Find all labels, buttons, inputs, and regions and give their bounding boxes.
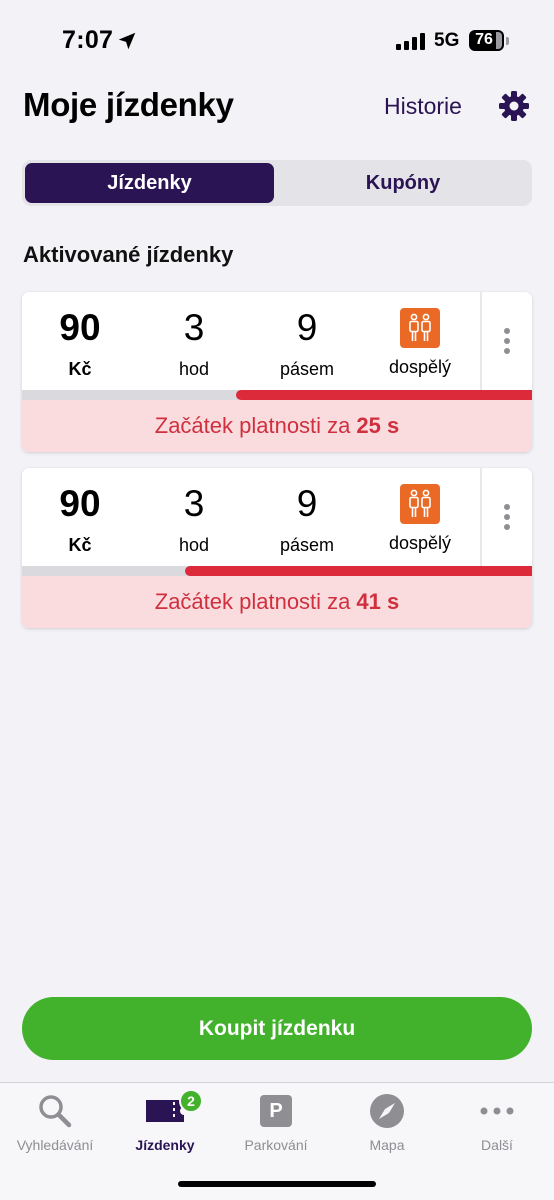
duration-unit: hod xyxy=(178,535,210,555)
status-time: 7:07 xyxy=(62,26,114,54)
history-link[interactable]: Historie xyxy=(384,93,462,120)
validity-progress-bar xyxy=(22,390,532,400)
parking-icon: P xyxy=(260,1095,292,1127)
validity-seconds: 25 s xyxy=(356,413,400,438)
price-currency: Kč xyxy=(68,535,92,555)
validity-prefix: Začátek platnosti za xyxy=(154,589,351,614)
gear-icon[interactable] xyxy=(498,90,530,122)
battery-level: 76 xyxy=(475,31,493,48)
zones-unit: pásem xyxy=(279,535,335,555)
tab-map[interactable]: Mapa xyxy=(332,1091,442,1153)
ticket-zones: 9 pásem xyxy=(251,306,363,380)
ticket-price: 90 Kč xyxy=(24,482,136,556)
search-icon xyxy=(39,1095,72,1128)
price-currency: Kč xyxy=(68,359,92,379)
tab-search-label: Vyhledávání xyxy=(16,1137,94,1153)
ticket-card[interactable]: 90 Kč 3 hod 9 pásem dospělý Začátek plat… xyxy=(22,292,532,452)
ticket-passenger: dospělý xyxy=(364,482,476,554)
segment-coupons[interactable]: Kupóny xyxy=(278,163,528,203)
price-value: 90 xyxy=(59,483,101,524)
validity-seconds: 41 s xyxy=(356,589,400,614)
compass-icon xyxy=(370,1094,404,1128)
tab-search[interactable]: Vyhledávání xyxy=(0,1091,110,1153)
tab-tickets[interactable]: 2 Jízdenky xyxy=(110,1089,220,1153)
validity-countdown: Začátek platnosti za 25 s xyxy=(22,400,532,452)
more-options-icon[interactable] xyxy=(482,468,532,566)
adult-passenger-icon xyxy=(400,484,440,524)
cellular-signal-icon xyxy=(396,32,425,50)
validity-countdown: Začátek platnosti za 41 s xyxy=(22,576,532,628)
ticket-zones: 9 pásem xyxy=(251,482,363,556)
ticket-card[interactable]: 90 Kč 3 hod 9 pásem dospělý Začátek plat… xyxy=(22,468,532,628)
section-title: Aktivované jízdenky xyxy=(23,242,234,267)
network-type: 5G xyxy=(434,30,460,51)
price-value: 90 xyxy=(59,307,101,348)
duration-unit: hod xyxy=(178,359,210,379)
ticket-passenger: dospělý xyxy=(364,306,476,378)
tab-map-label: Mapa xyxy=(369,1137,405,1153)
validity-progress-fill xyxy=(236,390,532,400)
tab-parking[interactable]: P Parkování xyxy=(221,1091,331,1153)
ticket-duration: 3 hod xyxy=(138,482,250,556)
page-title: Moje jízdenky xyxy=(23,86,234,123)
location-arrow-icon xyxy=(118,32,136,50)
zones-unit: pásem xyxy=(279,359,335,379)
validity-progress-fill xyxy=(185,566,532,576)
status-bar: 7:07 5G 76 xyxy=(0,0,554,80)
duration-value: 3 xyxy=(183,483,205,524)
zones-value: 9 xyxy=(296,483,318,524)
home-indicator xyxy=(178,1181,376,1187)
tab-more-label: Další xyxy=(481,1137,513,1153)
tab-more[interactable]: Další xyxy=(442,1091,552,1153)
validity-prefix: Začátek platnosti za xyxy=(154,413,351,438)
segment-tickets[interactable]: Jízdenky xyxy=(25,163,274,203)
tab-parking-label: Parkování xyxy=(244,1137,308,1153)
duration-value: 3 xyxy=(183,307,205,348)
ticket-coupon-segmented-control: Jízdenky Kupóny xyxy=(22,160,532,206)
battery-icon: 76 xyxy=(469,30,509,52)
tickets-badge: 2 xyxy=(179,1089,203,1113)
passenger-type: dospělý xyxy=(388,357,452,377)
buy-ticket-button[interactable]: Koupit jízdenku xyxy=(22,997,532,1060)
tab-tickets-label: Jízdenky xyxy=(135,1137,195,1153)
validity-progress-bar xyxy=(22,566,532,576)
ticket-price: 90 Kč xyxy=(24,306,136,380)
more-options-icon[interactable] xyxy=(482,292,532,390)
more-dots-icon xyxy=(480,1107,514,1115)
ticket-duration: 3 hod xyxy=(138,306,250,380)
passenger-type: dospělý xyxy=(388,533,452,553)
adult-passenger-icon xyxy=(400,308,440,348)
zones-value: 9 xyxy=(296,307,318,348)
